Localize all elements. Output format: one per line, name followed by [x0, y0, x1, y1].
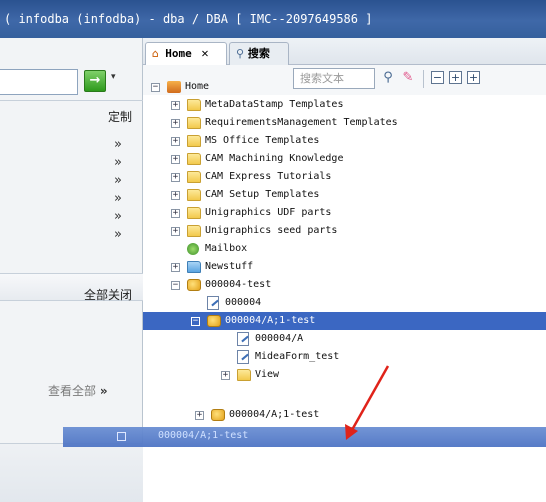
tree-node[interactable]: + 000004/A;1-test [143, 406, 546, 424]
expand-toggle-icon[interactable]: + [171, 101, 180, 110]
document-icon [237, 350, 249, 364]
view-all-label: 查看全部 [48, 384, 97, 398]
tree-node-mailbox[interactable]: Mailbox [143, 240, 546, 258]
expand-link-1[interactable]: » [114, 138, 122, 151]
tree-node[interactable]: + Unigraphics UDF parts [143, 204, 546, 222]
folder-icon [187, 99, 201, 111]
home-icon [167, 81, 181, 93]
tab-home-label: Home [165, 47, 192, 60]
tree-node-label: RequirementsManagement Templates [205, 117, 398, 128]
expand-link-2[interactable]: » [114, 156, 122, 169]
mailbox-icon [187, 243, 199, 255]
tree-node-label: Unigraphics seed parts [205, 225, 338, 236]
tree-node-label: 000004/A [255, 333, 304, 344]
tree-node[interactable]: + CAM Express Tutorials [143, 168, 546, 186]
tree-node-label: Mailbox [205, 243, 248, 254]
tree-node[interactable]: + RequirementsManagement Templates [143, 114, 546, 132]
folder-icon [187, 207, 201, 219]
tree-node-label: Newstuff [205, 261, 254, 272]
expand-toggle-icon[interactable]: + [221, 371, 230, 380]
close-all-link[interactable]: 全部关闭 [84, 286, 132, 303]
tree-node-label: 000004/A;1-test [225, 315, 316, 326]
window-title-bar: ( infodba (infodba) - dba / DBA [ IMC--2… [0, 0, 546, 38]
expand-toggle-icon[interactable]: + [171, 173, 180, 182]
expand-link-3[interactable]: » [114, 174, 122, 187]
drag-ghost-label: 000004/A;1-test [158, 430, 249, 441]
expand-toggle-icon[interactable]: + [171, 137, 180, 146]
tree-node[interactable]: + View [143, 366, 546, 384]
chevron-down-icon[interactable]: ▾ [111, 72, 116, 82]
tree-node-label: MideaForm_test [255, 351, 340, 362]
item-icon [187, 279, 201, 291]
tab-bar: ⌂ Home ✕ ⚲ 搜索 [143, 38, 546, 65]
view-all-link[interactable]: 查看全部 » [48, 382, 108, 399]
expand-link-6[interactable]: » [114, 228, 122, 241]
tree-node-label: MetaDataStamp Templates [205, 99, 344, 110]
drag-ghost-toggle-icon [117, 432, 126, 441]
tree-node-label: CAM Express Tutorials [205, 171, 332, 182]
tree-node-label: 000004 [225, 297, 262, 308]
tree-node[interactable]: + CAM Setup Templates [143, 186, 546, 204]
document-icon [237, 332, 249, 346]
tab-search[interactable]: ⚲ 搜索 [229, 42, 289, 65]
folder-icon [187, 117, 201, 129]
tree-node[interactable]: + Newstuff [143, 258, 546, 276]
close-icon[interactable]: ✕ [201, 46, 208, 60]
expand-toggle-icon[interactable]: + [171, 119, 180, 128]
tree-node-label: CAM Setup Templates [205, 189, 320, 200]
tree-node-label: CAM Machining Knowledge [205, 153, 344, 164]
tree-node-label: 000004-test [205, 279, 272, 290]
folder-icon [187, 189, 201, 201]
collapse-toggle-icon[interactable]: − [151, 83, 160, 92]
tree-node-selected[interactable]: − 000004/A;1-test [143, 312, 546, 330]
tree-node[interactable]: 000004 [143, 294, 546, 312]
tree-node[interactable]: + CAM Machining Knowledge [143, 150, 546, 168]
expand-link-5[interactable]: » [114, 210, 122, 223]
collapse-toggle-icon[interactable]: − [171, 281, 180, 290]
tree-node-label: MS Office Templates [205, 135, 320, 146]
tab-home[interactable]: ⌂ Home ✕ [145, 42, 227, 65]
divider [0, 100, 143, 101]
tree-node-home[interactable]: − Home [143, 78, 546, 96]
expand-link-4[interactable]: » [114, 192, 122, 205]
tree-node-label: 000004/A;1-test [229, 409, 320, 420]
tree-node-label: Unigraphics UDF parts [205, 207, 332, 218]
folder-icon [187, 153, 201, 165]
expand-toggle-icon[interactable]: + [171, 155, 180, 164]
document-icon [207, 296, 219, 310]
window-title: ( infodba (infodba) - dba / DBA [ IMC--2… [4, 12, 373, 26]
tree-node[interactable]: + MS Office Templates [143, 132, 546, 150]
tree-node[interactable]: + Unigraphics seed parts [143, 222, 546, 240]
tree-node-label: View [255, 369, 280, 380]
go-button[interactable]: → [84, 70, 106, 92]
tree-node[interactable]: MideaForm_test [143, 348, 546, 366]
tree-node[interactable]: − 000004-test [143, 276, 546, 294]
folder-icon [187, 135, 201, 147]
home-icon: ⌂ [152, 47, 159, 60]
folder-icon [187, 171, 201, 183]
expand-toggle-icon[interactable]: + [171, 209, 180, 218]
item-revision-icon [207, 315, 221, 327]
collapse-toggle-icon[interactable]: − [191, 317, 200, 326]
tree-node-label: Home [185, 81, 210, 92]
folder-icon [187, 261, 201, 273]
tab-search-label: 搜索 [247, 47, 270, 60]
search-icon: ⚲ [236, 47, 245, 60]
expand-toggle-icon[interactable]: + [171, 191, 180, 200]
folder-icon [237, 369, 251, 381]
tree-node[interactable]: + MetaDataStamp Templates [143, 96, 546, 114]
view-all-chevron: » [99, 384, 108, 398]
quick-search-input[interactable] [0, 69, 78, 95]
expand-toggle-icon[interactable]: + [171, 227, 180, 236]
customize-link[interactable]: 定制 [108, 108, 132, 125]
folder-icon [187, 225, 201, 237]
drag-ghost-row [63, 427, 546, 447]
tree-node[interactable]: 000004/A [143, 330, 546, 348]
expand-toggle-icon[interactable]: + [171, 263, 180, 272]
expand-toggle-icon[interactable]: + [195, 411, 204, 420]
item-revision-icon [211, 409, 225, 421]
left-panel-footer [0, 443, 143, 502]
